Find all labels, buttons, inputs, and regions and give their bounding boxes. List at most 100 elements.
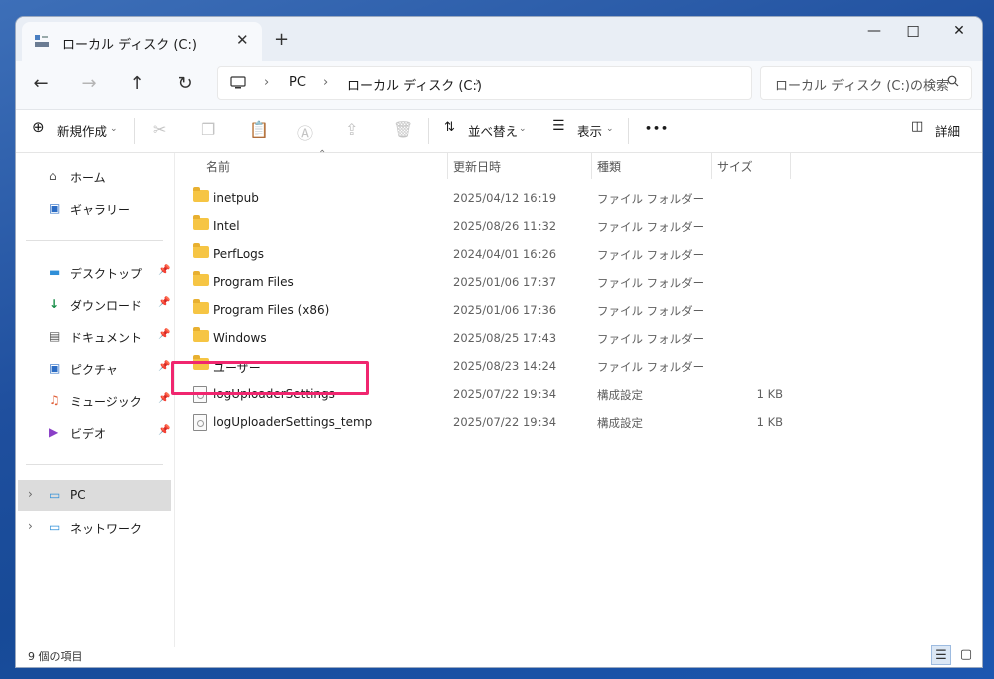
folder-icon [193, 243, 209, 258]
file-name: Intel [213, 219, 240, 233]
column-divider[interactable] [790, 153, 791, 179]
file-date: 2025/07/22 19:34 [453, 387, 557, 401]
details-view-icon[interactable]: ☰ [931, 645, 951, 665]
sidebar-item-videos[interactable]: ▶ ビデオ 📌 [18, 417, 171, 447]
details-button[interactable]: 詳細 [935, 121, 960, 140]
pin-icon[interactable]: 📌 [158, 329, 170, 340]
sort-button[interactable]: 並べ替え [468, 121, 518, 140]
tab-local-disk[interactable]: ローカル ディスク (C:) ✕ [22, 22, 262, 61]
sort-ascending-icon: ⌃ [318, 149, 327, 160]
file-type: ファイル フォルダー [597, 360, 705, 374]
toolbar-divider [628, 118, 629, 144]
view-button[interactable]: 表示 [577, 121, 602, 140]
gallery-icon: ▣ [49, 201, 61, 215]
pc-icon: ▭ [49, 488, 61, 502]
status-bar: 9 個の項目 ☰ ▢ [16, 645, 982, 667]
command-bar: ⊕ 新規作成 ⌄ ✂ ❐ 📋 Ⓐ ⇪ 🗑 ⇅ 並べ替え ⌄ ☰ 表示 ⌄ •••… [16, 110, 982, 153]
file-date: 2025/01/06 17:37 [453, 275, 557, 289]
sidebar-item-desktop[interactable]: ▬ デスクトップ 📌 [18, 257, 171, 287]
folder-icon [193, 271, 209, 286]
chevron-right-icon[interactable]: › [28, 487, 33, 501]
forward-button[interactable]: → [76, 73, 102, 94]
more-options-button[interactable]: ••• [645, 122, 669, 135]
sidebar-item-label: ピクチャ [70, 363, 118, 377]
paste-icon[interactable]: 📋 [249, 120, 269, 139]
close-tab-icon[interactable]: ✕ [236, 31, 249, 49]
table-row[interactable]: PerfLogs 2024/04/01 16:26 ファイル フォルダー [175, 239, 795, 267]
breadcrumb[interactable]: › PC › ローカル ディスク (C:) › [217, 66, 752, 100]
video-icon: ▶ [49, 425, 59, 439]
up-button[interactable]: ↑ [124, 73, 150, 94]
file-date: 2025/01/06 17:36 [453, 303, 557, 317]
sidebar-item-downloads[interactable]: ↓ ダウンロード 📌 [18, 289, 171, 319]
file-type: ファイル フォルダー [597, 332, 705, 346]
column-header-date[interactable]: 更新日時 [453, 158, 501, 175]
drive-icon [35, 35, 49, 47]
column-header-type[interactable]: 種類 [597, 158, 621, 175]
pin-icon[interactable]: 📌 [158, 265, 170, 276]
folder-icon [193, 327, 209, 342]
file-size: 1 KB [756, 415, 783, 429]
sidebar-item-gallery[interactable]: ▣ ギャラリー [18, 193, 171, 223]
chevron-right-icon[interactable]: › [28, 519, 33, 533]
breadcrumb-pc[interactable]: PC [289, 75, 306, 90]
sidebar-item-music[interactable]: ♫ ミュージック 📌 [18, 385, 171, 415]
search-placeholder: ローカル ディスク (C:)の検索 [775, 79, 949, 94]
table-row[interactable]: logUploaderSettings_temp 2025/07/22 19:3… [175, 407, 795, 435]
tiles-view-icon[interactable]: ▢ [956, 645, 976, 665]
breadcrumb-chevron-icon[interactable]: › [475, 75, 480, 90]
sidebar-item-pictures[interactable]: ▣ ピクチャ 📌 [18, 353, 171, 383]
table-row[interactable]: Intel 2025/08/26 11:32 ファイル フォルダー [175, 211, 795, 239]
pin-icon[interactable]: 📌 [158, 297, 170, 308]
sidebar-item-home[interactable]: ⌂ ホーム [18, 161, 171, 191]
file-size: 1 KB [756, 387, 783, 401]
address-bar: ← → ↑ ↻ › PC › ローカル ディスク (C:) › ローカル ディス… [16, 61, 982, 110]
column-divider[interactable] [447, 153, 448, 179]
column-divider[interactable] [711, 153, 712, 179]
folder-icon [193, 299, 209, 314]
cut-icon[interactable]: ✂ [153, 120, 166, 139]
navigation-pane: ⌂ ホーム ▣ ギャラリー ▬ デスクトップ 📌 ↓ ダウンロード 📌 ▤ ドキ… [16, 153, 174, 647]
rename-icon[interactable]: Ⓐ [297, 120, 313, 144]
highlight-box [171, 361, 369, 395]
tab-title: ローカル ディスク (C:) [62, 38, 197, 53]
pin-icon[interactable]: 📌 [158, 361, 170, 372]
refresh-button[interactable]: ↻ [172, 73, 198, 94]
sidebar-item-network[interactable]: › ▭ ネットワーク [18, 512, 171, 542]
back-button[interactable]: ← [28, 73, 54, 94]
maximize-button[interactable]: ☐ [898, 23, 928, 41]
sidebar-item-label: ギャラリー [70, 203, 131, 217]
sidebar-item-documents[interactable]: ▤ ドキュメント 📌 [18, 321, 171, 351]
minimize-button[interactable]: — [859, 23, 889, 39]
sidebar-item-pc[interactable]: › ▭ PC [18, 480, 171, 511]
column-header-size[interactable]: サイズ [717, 158, 753, 175]
sidebar-item-label: PC [70, 488, 86, 502]
table-row[interactable]: Windows 2025/08/25 17:43 ファイル フォルダー [175, 323, 795, 351]
pin-icon[interactable]: 📌 [158, 425, 170, 436]
table-row[interactable]: inetpub 2025/04/12 16:19 ファイル フォルダー [175, 183, 795, 211]
close-window-button[interactable]: ✕ [944, 23, 974, 39]
title-bar: ローカル ディスク (C:) ✕ + — ☐ ✕ [16, 17, 982, 61]
pin-icon[interactable]: 📌 [158, 393, 170, 404]
folder-icon [193, 215, 209, 230]
new-tab-button[interactable]: + [274, 29, 289, 50]
details-pane-icon: ◫ [911, 119, 924, 134]
copy-icon[interactable]: ❐ [201, 120, 215, 139]
file-type: ファイル フォルダー [597, 276, 705, 290]
column-divider[interactable] [591, 153, 592, 179]
search-input[interactable]: ローカル ディスク (C:)の検索 [760, 66, 972, 100]
file-date: 2025/08/25 17:43 [453, 331, 557, 345]
config-file-icon [193, 414, 207, 431]
network-icon: ▭ [49, 520, 61, 534]
table-row[interactable]: Program Files (x86) 2025/01/06 17:36 ファイ… [175, 295, 795, 323]
new-button[interactable]: 新規作成 [57, 121, 107, 140]
column-header-name[interactable]: 名前 [206, 158, 230, 175]
file-name: Program Files (x86) [213, 303, 330, 317]
sidebar-item-label: ネットワーク [70, 522, 143, 536]
sidebar-item-label: ホーム [70, 171, 106, 185]
share-icon[interactable]: ⇪ [345, 120, 358, 139]
table-row[interactable]: Program Files 2025/01/06 17:37 ファイル フォルダ… [175, 267, 795, 295]
breadcrumb-local-disk[interactable]: ローカル ディスク (C:) [347, 75, 482, 94]
delete-icon[interactable]: 🗑 [393, 120, 413, 139]
file-date: 2025/04/12 16:19 [453, 191, 557, 205]
